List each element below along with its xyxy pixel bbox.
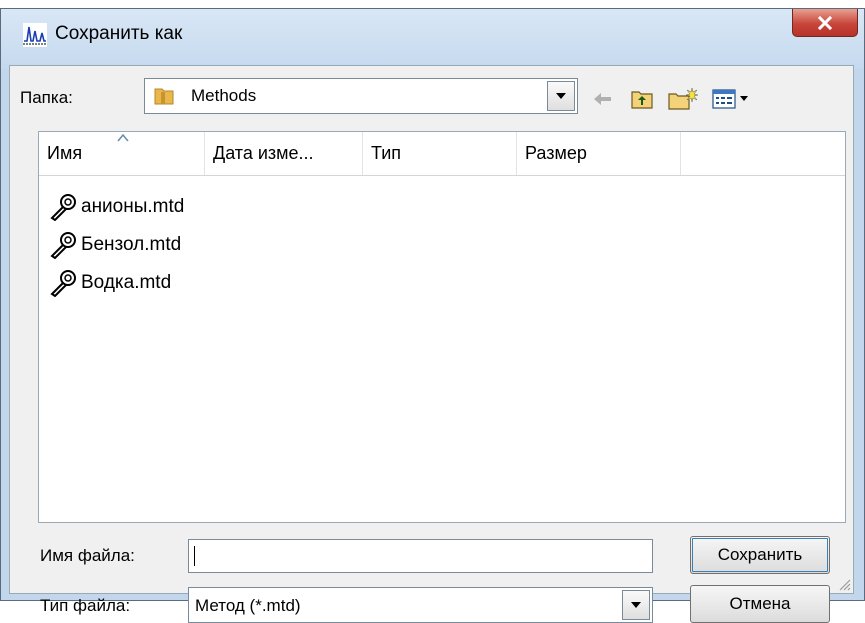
resize-grip-icon[interactable] [837,577,851,591]
folder-dropdown-arrow[interactable] [547,81,575,111]
folder-label: Папка: [20,88,73,107]
column-header-name[interactable]: Имя [39,132,205,175]
filetype-value: Метод (*.mtd) [195,596,301,615]
close-icon [817,15,833,30]
filetype-dropdown[interactable]: Метод (*.mtd) [188,587,653,623]
list-header: Имя Дата изме... Тип Размер [39,132,845,176]
dialog-body: Папка: Methods Имя Дата изме... Тип Разм… [9,65,854,623]
wrench-file-icon [50,194,76,221]
folder-value: Methods [191,86,257,105]
folder-dropdown[interactable]: Methods [144,78,578,114]
back-button[interactable] [590,86,616,112]
chevron-down-icon [631,602,641,608]
new-folder-icon [668,87,699,110]
column-header-type[interactable]: Тип [363,132,517,175]
file-list[interactable]: Имя Дата изме... Тип Размер анионы.mtd Б… [38,131,846,523]
file-name: анионы.mtd [81,196,185,217]
filename-field[interactable] [188,539,653,573]
chromatogram-app-icon [23,23,47,47]
up-folder-icon [631,91,653,109]
cancel-button[interactable]: Отмена [690,585,830,623]
column-header-date[interactable]: Дата изме... [205,132,363,175]
file-name: Водка.mtd [81,272,172,293]
filename-label: Имя файла: [40,546,135,565]
filetype-dropdown-arrow[interactable] [622,590,650,620]
list-item[interactable]: Водка.mtd [49,268,171,298]
column-header-size[interactable]: Размер [517,132,681,175]
wrench-file-icon [50,232,76,259]
new-folder-button[interactable] [666,86,700,112]
list-item[interactable]: Бензол.mtd [49,230,181,260]
close-button[interactable] [792,9,858,37]
back-arrow-icon [594,93,611,105]
text-caret [194,546,195,566]
folder-icon [154,88,174,105]
save-button[interactable]: Сохранить [690,536,830,574]
dialog-title: Сохранить как [55,23,183,44]
sort-ascending-icon [117,134,129,142]
view-menu-icon [712,89,748,109]
up-folder-button[interactable] [628,86,656,112]
title-bar[interactable]: Сохранить как [1,9,864,69]
file-name: Бензол.mtd [81,234,182,255]
chevron-down-icon [556,93,566,99]
view-menu-button[interactable] [710,86,754,112]
list-item[interactable]: анионы.mtd [49,192,184,222]
filetype-label: Тип файла: [40,596,131,615]
save-as-dialog: Сохранить как Папка: Methods Имя Дата из… [0,8,865,623]
wrench-file-icon [50,270,76,297]
